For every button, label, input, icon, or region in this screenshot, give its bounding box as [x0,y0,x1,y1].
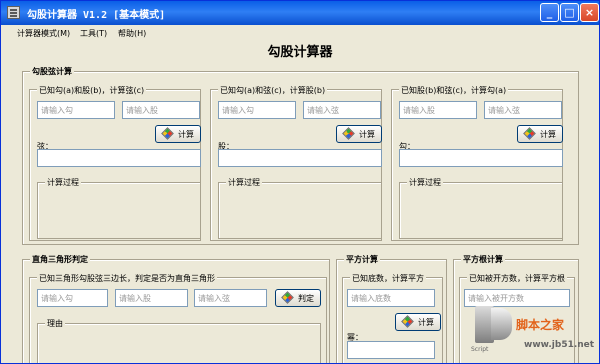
triangle-hypotenuse-input[interactable]: 请输入弦 [194,289,267,307]
menu-tools[interactable]: 工具(T) [80,28,107,39]
hypotenuse-input-2[interactable]: 请输入弦 [303,101,381,119]
square-section: 已知底数，计算平方 请输入底数 计算 幂： [342,273,443,363]
triangle-leg-b-input[interactable]: 请输入股 [115,289,188,307]
maximize-icon: □ [564,6,575,19]
leg-a-result[interactable] [399,149,563,167]
judge-icon [281,291,294,304]
watermark-logo [471,305,513,345]
app-title: 勾股计算器 [267,45,333,60]
calc-leg-b-button[interactable]: 计算 [336,125,382,143]
reason-label: 理由 [45,318,65,329]
section-hypotenuse-title: 已知勾(a)和股(b)，计算弦(c) [37,85,147,96]
sqrt-section-title: 已知被开方数，计算平方根 [467,273,567,284]
section-leg-a-title: 已知股(b)和弦(c)，计算勾(a) [399,85,509,96]
watermark-script: Script [471,346,489,353]
menu-bar: 计算器模式(M) 工具(T) 帮助(H) [1,25,599,41]
menu-calculator-mode[interactable]: 计算器模式(M) [17,28,70,39]
judge-button-label: 判定 [298,294,314,303]
base-input[interactable]: 请输入底数 [347,289,435,307]
hypotenuse-process-title: 计算过程 [45,177,81,188]
hypotenuse-process: 计算过程 [37,177,201,239]
sqrt-group-title: 平方根计算 [461,254,505,265]
pyth-group: 勾股弦计算 已知勾(a)和股(b)，计算弦(c) 请输入勾 请输入股 计算 弦：… [22,66,579,245]
square-group-title: 平方计算 [344,254,380,265]
power-result[interactable] [347,341,435,359]
close-icon: × [584,6,595,19]
calc-hypotenuse-label: 计算 [178,130,194,139]
calc-leg-a-label: 计算 [540,130,556,139]
triangle-group-title: 直角三角形判定 [30,254,90,265]
leg-a-input-2[interactable]: 请输入勾 [218,101,296,119]
title-bar[interactable]: 勾股计算器 V1.2 [基本模式] _ □ × [1,1,599,25]
hypotenuse-result[interactable] [37,149,201,167]
maximize-button[interactable]: □ [560,3,579,22]
leg-a-process: 计算过程 [399,177,563,239]
watermark-url: www.jb51.net [524,340,595,350]
judge-button[interactable]: 判定 [275,289,321,307]
square-calc-button[interactable]: 计算 [395,313,441,331]
triangle-section-title: 已知三角形勾股弦三边长，判定是否为直角三角形 [37,273,217,284]
section-leg-a: 已知股(b)和弦(c)，计算勾(a) 请输入股 请输入弦 计算 勾： 计算过程 [391,85,563,241]
minimize-button[interactable]: _ [540,3,559,22]
calculate-icon [342,127,355,140]
square-calc-label: 计算 [418,318,434,327]
square-section-title: 已知底数，计算平方 [350,273,426,284]
triangle-section: 已知三角形勾股弦三边长，判定是否为直角三角形 请输入勾 请输入股 请输入弦 判定… [29,273,327,363]
calculate-icon [523,127,536,140]
leg-b-result[interactable] [218,149,382,167]
reason-box: 理由 [37,318,321,363]
triangle-group: 直角三角形判定 已知三角形勾股弦三边长，判定是否为直角三角形 请输入勾 请输入股… [22,254,330,363]
calc-leg-b-label: 计算 [359,130,375,139]
leg-a-input[interactable]: 请输入勾 [37,101,115,119]
leg-b-process: 计算过程 [218,177,382,239]
calc-hypotenuse-button[interactable]: 计算 [155,125,201,143]
leg-b-input[interactable]: 请输入股 [122,101,200,119]
section-leg-b-title: 已知勾(a)和弦(c)，计算股(b) [218,85,328,96]
leg-b-input-3[interactable]: 请输入股 [399,101,477,119]
square-group: 平方计算 已知底数，计算平方 请输入底数 计算 幂： [336,254,447,363]
section-hypotenuse: 已知勾(a)和股(b)，计算弦(c) 请输入勾 请输入股 计算 弦： 计算过程 [29,85,201,241]
close-button[interactable]: × [580,3,599,22]
window-title: 勾股计算器 V1.2 [基本模式] [27,10,166,21]
menu-help[interactable]: 帮助(H) [118,28,146,39]
pyth-group-title: 勾股弦计算 [30,66,74,77]
calculator-icon [7,6,20,19]
calculate-icon [401,315,414,328]
app-window: 勾股计算器 V1.2 [基本模式] _ □ × 计算器模式(M) 工具(T) 帮… [0,0,600,364]
minimize-icon: _ [546,6,553,19]
watermark-text: 脚本之家 [516,318,565,332]
calc-leg-a-button[interactable]: 计算 [517,125,563,143]
section-leg-b: 已知勾(a)和弦(c)，计算股(b) 请输入勾 请输入弦 计算 股： 计算过程 [210,85,382,241]
calculate-icon [161,127,174,140]
hypotenuse-input-3[interactable]: 请输入弦 [484,101,562,119]
leg-b-process-title: 计算过程 [226,177,262,188]
triangle-leg-a-input[interactable]: 请输入勾 [37,289,108,307]
leg-a-process-title: 计算过程 [407,177,443,188]
